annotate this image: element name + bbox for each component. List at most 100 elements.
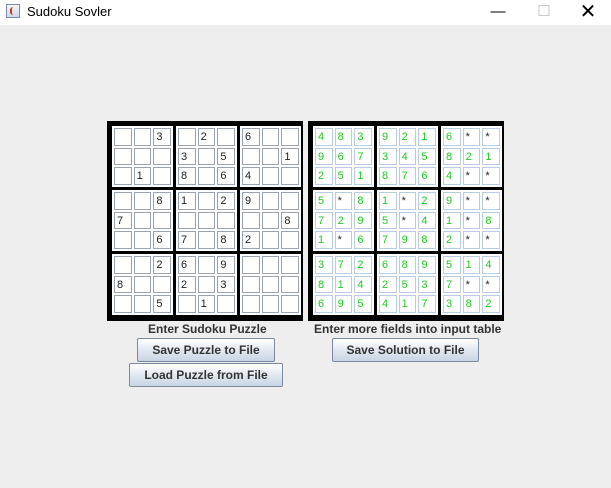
puzzle-cell-input[interactable]: 6 — [153, 231, 171, 249]
solution-cell[interactable]: 1 — [462, 256, 481, 274]
puzzle-cell-input[interactable] — [133, 275, 152, 294]
puzzle-cell-input[interactable]: 2 — [242, 231, 260, 249]
solution-cell[interactable]: 1 — [398, 295, 417, 313]
solution-cell[interactable]: 3 — [418, 275, 436, 294]
puzzle-cell-input[interactable] — [197, 211, 216, 230]
solution-cell[interactable]: 4 — [315, 128, 333, 146]
solution-cell[interactable]: 3 — [443, 295, 461, 313]
solution-cell[interactable]: 7 — [354, 147, 372, 166]
solution-cell[interactable]: 4 — [482, 256, 500, 274]
puzzle-cell-input[interactable] — [197, 231, 216, 249]
solution-cell[interactable]: 7 — [443, 275, 461, 294]
puzzle-cell-input[interactable] — [114, 256, 132, 274]
solution-cell[interactable]: 6 — [418, 167, 436, 185]
puzzle-cell-input[interactable]: 8 — [153, 192, 171, 210]
solution-cell[interactable]: 8 — [482, 211, 500, 230]
puzzle-cell-input[interactable] — [114, 128, 132, 146]
solution-cell[interactable]: 5 — [443, 256, 461, 274]
puzzle-cell-input[interactable] — [153, 147, 171, 166]
puzzle-cell-input[interactable]: 7 — [114, 211, 132, 230]
solution-cell[interactable]: 7 — [418, 295, 436, 313]
puzzle-cell-input[interactable] — [281, 192, 299, 210]
solution-cell[interactable]: 6 — [315, 295, 333, 313]
solution-cell[interactable]: * — [334, 231, 353, 249]
puzzle-cell-input[interactable] — [261, 167, 280, 185]
solution-cell[interactable]: 9 — [418, 256, 436, 274]
solution-cell[interactable]: 2 — [462, 147, 481, 166]
puzzle-cell-input[interactable] — [133, 231, 152, 249]
solution-cell[interactable]: 4 — [398, 147, 417, 166]
solution-cell[interactable]: * — [482, 167, 500, 185]
solution-cell[interactable]: 6 — [443, 128, 461, 146]
solution-cell[interactable]: 9 — [398, 231, 417, 249]
puzzle-cell-input[interactable] — [133, 256, 152, 274]
puzzle-cell-input[interactable] — [242, 211, 260, 230]
solution-cell[interactable]: 9 — [315, 147, 333, 166]
puzzle-cell-input[interactable] — [197, 147, 216, 166]
solution-cell[interactable]: * — [398, 192, 417, 210]
solution-cell[interactable]: * — [462, 128, 481, 146]
solution-cell[interactable]: 1 — [334, 275, 353, 294]
puzzle-cell-input[interactable] — [197, 275, 216, 294]
puzzle-cell-input[interactable] — [281, 295, 299, 313]
solution-cell[interactable]: 2 — [334, 211, 353, 230]
puzzle-cell-input[interactable] — [261, 231, 280, 249]
save-puzzle-button[interactable]: Save Puzzle to File — [137, 338, 275, 362]
puzzle-cell-input[interactable] — [133, 211, 152, 230]
solution-cell[interactable]: 8 — [398, 256, 417, 274]
puzzle-cell-input[interactable]: 1 — [281, 147, 299, 166]
solution-cell[interactable]: 9 — [354, 211, 372, 230]
puzzle-cell-input[interactable] — [261, 275, 280, 294]
puzzle-cell-input[interactable] — [242, 256, 260, 274]
load-puzzle-button[interactable]: Load Puzzle from File — [129, 363, 283, 387]
solution-cell[interactable]: 1 — [354, 167, 372, 185]
solution-cell[interactable]: 8 — [315, 275, 333, 294]
solution-cell[interactable]: * — [462, 275, 481, 294]
solution-cell[interactable]: 4 — [443, 167, 461, 185]
solution-cell[interactable]: 7 — [379, 231, 397, 249]
solution-cell[interactable]: * — [482, 231, 500, 249]
puzzle-cell-input[interactable]: 2 — [153, 256, 171, 274]
puzzle-cell-input[interactable]: 2 — [178, 275, 196, 294]
solution-cell[interactable]: * — [482, 192, 500, 210]
puzzle-cell-input[interactable] — [133, 295, 152, 313]
puzzle-cell-input[interactable]: 2 — [197, 128, 216, 146]
puzzle-cell-input[interactable]: 8 — [178, 167, 196, 185]
solution-cell[interactable]: * — [462, 167, 481, 185]
solution-cell[interactable]: * — [482, 275, 500, 294]
solution-cell[interactable]: * — [462, 211, 481, 230]
save-solution-button[interactable]: Save Solution to File — [332, 338, 479, 362]
solution-cell[interactable]: 1 — [443, 211, 461, 230]
puzzle-cell-input[interactable] — [197, 256, 216, 274]
solution-cell[interactable]: 3 — [379, 147, 397, 166]
puzzle-cell-input[interactable]: 3 — [178, 147, 196, 166]
puzzle-cell-input[interactable] — [261, 147, 280, 166]
puzzle-cell-input[interactable]: 9 — [242, 192, 260, 210]
puzzle-cell-input[interactable] — [133, 128, 152, 146]
solution-cell[interactable]: 2 — [354, 256, 372, 274]
puzzle-cell-input[interactable]: 2 — [217, 192, 235, 210]
solution-cell[interactable]: 2 — [482, 295, 500, 313]
solution-cell[interactable]: 3 — [315, 256, 333, 274]
puzzle-cell-input[interactable]: 7 — [178, 231, 196, 249]
puzzle-cell-input[interactable]: 4 — [242, 167, 260, 185]
solution-cell[interactable]: * — [334, 192, 353, 210]
solution-cell[interactable]: 9 — [443, 192, 461, 210]
puzzle-cell-input[interactable]: 9 — [217, 256, 235, 274]
minimize-icon[interactable]: — — [475, 0, 521, 25]
puzzle-cell-input[interactable]: 5 — [217, 147, 235, 166]
solution-cell[interactable]: 5 — [418, 147, 436, 166]
solution-cell[interactable]: 8 — [379, 167, 397, 185]
solution-cell[interactable]: 5 — [379, 211, 397, 230]
solution-cell[interactable]: 4 — [354, 275, 372, 294]
puzzle-cell-input[interactable] — [242, 295, 260, 313]
solution-cell[interactable]: * — [482, 128, 500, 146]
solution-cell[interactable]: 9 — [379, 128, 397, 146]
puzzle-cell-input[interactable] — [197, 167, 216, 185]
solution-cell[interactable]: 9 — [334, 295, 353, 313]
solution-cell[interactable]: 8 — [354, 192, 372, 210]
puzzle-cell-input[interactable]: 1 — [133, 167, 152, 185]
solution-cell[interactable]: * — [462, 231, 481, 249]
solution-cell[interactable]: 1 — [482, 147, 500, 166]
puzzle-cell-input[interactable] — [242, 147, 260, 166]
